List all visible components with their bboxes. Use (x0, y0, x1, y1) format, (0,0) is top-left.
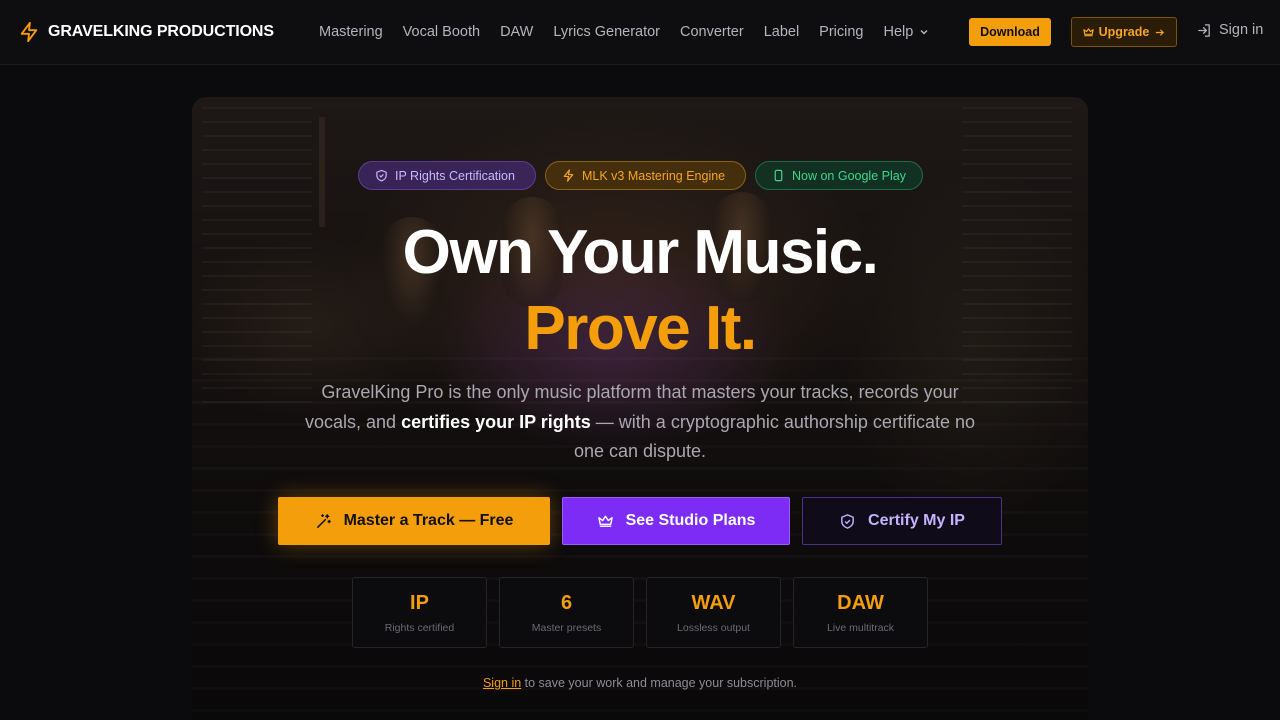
hero-badges: IP Rights Certification MLK v3 Mastering… (358, 161, 923, 190)
studio-plans-label: See Studio Plans (625, 512, 756, 529)
badge-google-play[interactable]: Now on Google Play (755, 161, 923, 190)
phone-icon (774, 169, 783, 182)
studio-plans-button[interactable]: See Studio Plans (562, 497, 790, 545)
lightning-bolt-icon (563, 169, 574, 182)
download-button[interactable]: Download (969, 18, 1051, 46)
shield-check-icon (841, 513, 854, 529)
brand-logo[interactable]: GRAVELKING PRODUCTIONS (18, 20, 274, 44)
signin-link[interactable]: Sign in (1197, 22, 1263, 38)
signin-note-text: to save your work and manage your subscr… (521, 676, 798, 690)
badge-gp-label: Now on Google Play (792, 168, 906, 183)
top-nav: GRAVELKING PRODUCTIONS Mastering Vocal B… (0, 0, 1280, 65)
master-track-button[interactable]: Master a Track — Free (278, 497, 550, 545)
upgrade-label: Upgrade (1098, 25, 1150, 39)
arrow-right-icon (1156, 28, 1165, 36)
certify-ip-button[interactable]: Certify My IP (802, 497, 1002, 545)
hero-headline-2: Prove It. (524, 294, 757, 363)
stat-value: IP (410, 592, 429, 614)
badge-mlk-label: MLK v3 Mastering Engine (582, 168, 726, 183)
stat-label: Rights certified (384, 622, 455, 634)
stat-value: DAW (837, 592, 884, 614)
nav-item-label[interactable]: Label (764, 24, 799, 40)
magic-wand-icon (316, 513, 331, 528)
hero-headline-1: Own Your Music. (402, 218, 879, 287)
hero-description: GravelKing Pro is the only music platfor… (300, 378, 980, 467)
stat-value: 6 (560, 592, 573, 614)
badge-ip-label: IP Rights Certification (395, 168, 515, 183)
badge-ip-rights[interactable]: IP Rights Certification (358, 161, 536, 190)
nav-item-pricing[interactable]: Pricing (819, 24, 863, 40)
stat-label: Lossless output (677, 622, 750, 634)
signin-label: Sign in (1219, 22, 1264, 38)
stat-label: Live multitrack (826, 622, 895, 634)
stat-card: IP Rights certified (352, 577, 487, 648)
nav-item-mastering[interactable]: Mastering (319, 24, 383, 40)
signin-note-link[interactable]: Sign in (483, 676, 521, 690)
stat-value: WAV (691, 592, 736, 614)
master-track-label: Master a Track — Free (343, 512, 514, 529)
certify-ip-label: Certify My IP (868, 512, 965, 529)
nav-item-help-label: Help (883, 24, 914, 40)
main-menu: Mastering Vocal Booth DAW Lyrics Generat… (319, 22, 949, 42)
login-icon (1198, 23, 1210, 37)
stat-card: WAV Lossless output (646, 577, 781, 648)
chevron-down-icon (920, 29, 928, 35)
crown-icon (1082, 27, 1094, 36)
nav-item-converter[interactable]: Converter (680, 24, 744, 40)
lightning-bolt-icon (20, 21, 38, 43)
nav-item-lyrics-generator[interactable]: Lyrics Generator (553, 24, 660, 40)
signin-note: Sign in to save your work and manage you… (0, 676, 1280, 690)
hero-description-part-2: — with a cryptographic authorship certif… (573, 411, 975, 462)
stat-card: DAW Live multitrack (793, 577, 928, 648)
nav-item-help[interactable]: Help (884, 24, 930, 40)
stat-label: Master presets (531, 622, 602, 634)
crown-icon (597, 515, 613, 527)
hero-description-bold: certifies your IP rights (401, 411, 591, 432)
brand-name: GRAVELKING PRODUCTIONS (48, 23, 274, 40)
upgrade-button[interactable]: Upgrade (1071, 17, 1177, 47)
stat-card: 6 Master presets (499, 577, 634, 648)
badge-mlk-engine[interactable]: MLK v3 Mastering Engine (545, 161, 746, 190)
shield-icon (376, 169, 387, 182)
nav-item-vocal-booth[interactable]: Vocal Booth (403, 24, 480, 40)
nav-item-daw[interactable]: DAW (500, 24, 533, 40)
